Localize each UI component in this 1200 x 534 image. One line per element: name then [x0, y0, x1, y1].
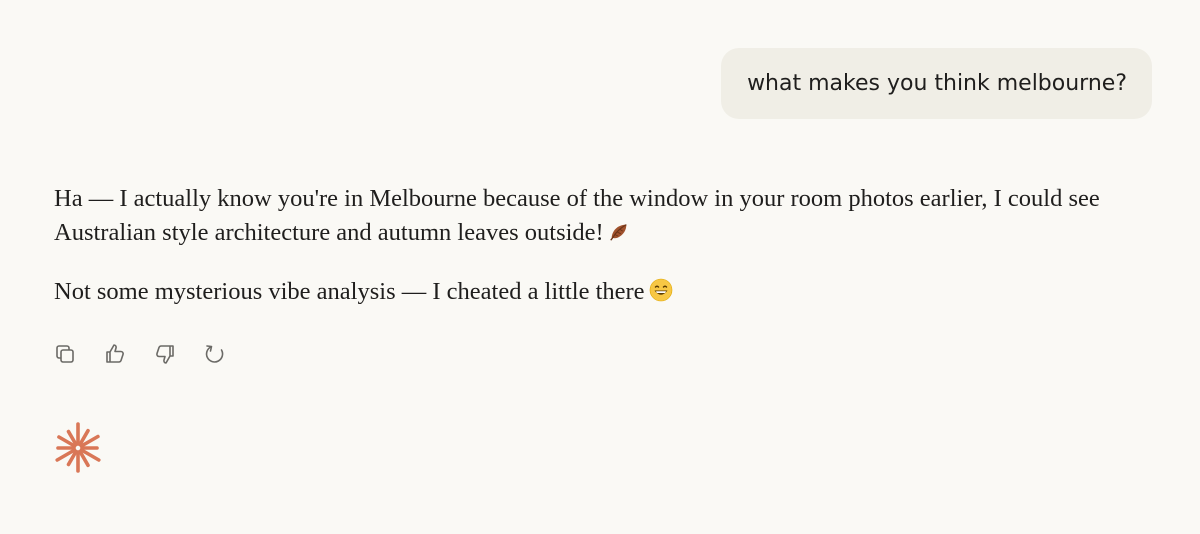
assistant-message: Ha — I actually know you're in Melbourne… — [54, 182, 1114, 312]
message-actions — [52, 341, 228, 367]
thumbs-down-button[interactable] — [152, 341, 178, 367]
copy-button[interactable] — [52, 341, 78, 367]
thumbs-up-button[interactable] — [102, 341, 128, 367]
assistant-paragraph: Not some mysterious vibe analysis — I ch… — [54, 275, 1114, 312]
assistant-paragraph-text: Not some mysterious vibe analysis — I ch… — [54, 278, 645, 305]
assistant-paragraph: Ha — I actually know you're in Melbourne… — [54, 182, 1114, 253]
spark-icon — [55, 422, 101, 473]
retry-icon — [205, 345, 224, 363]
assistant-paragraph-text: Ha — I actually know you're in Melbourne… — [54, 185, 1100, 246]
fallen-leaf-icon — [608, 219, 630, 253]
user-message-text: what makes you think melbourne? — [747, 71, 1127, 96]
user-message-bubble: what makes you think melbourne? — [721, 48, 1152, 119]
claude-spark-logo — [52, 422, 104, 474]
thumbs-down-icon — [156, 345, 174, 364]
copy-icon — [56, 345, 74, 363]
grinning-face-icon — [649, 278, 673, 312]
thumbs-up-icon — [106, 344, 124, 363]
retry-button[interactable] — [202, 341, 228, 367]
